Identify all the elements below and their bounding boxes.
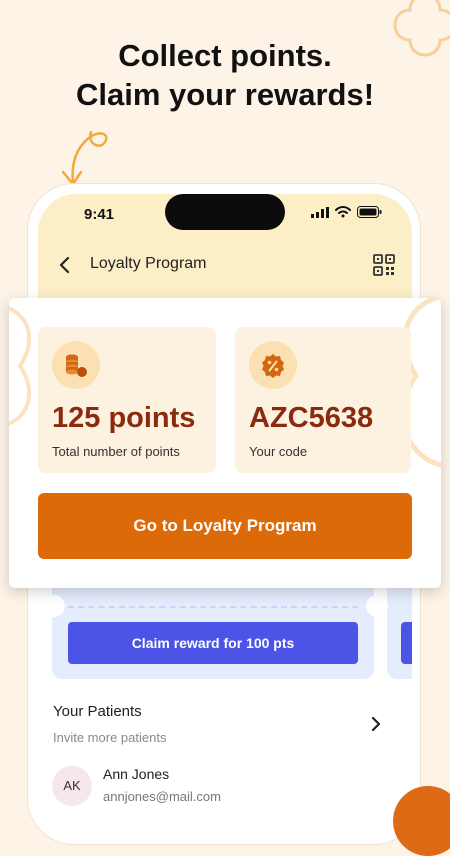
status-icons	[311, 206, 382, 218]
points-label: Total number of points	[52, 444, 180, 459]
claim-reward-button[interactable]: Claim reward for 100 pts	[68, 622, 358, 664]
chevron-right-icon[interactable]	[370, 715, 382, 733]
signal-icon	[311, 206, 329, 218]
wifi-icon	[335, 206, 351, 218]
code-tile: AZC5638 Your code	[235, 327, 411, 473]
points-value: 125 points	[52, 402, 196, 434]
code-label: Your code	[249, 444, 308, 459]
dynamic-island	[165, 194, 285, 230]
patient-email: annjones@mail.com	[103, 789, 221, 804]
patients-title: Your Patients	[53, 703, 142, 720]
loyalty-card: 125 points Total number of points AZC563…	[9, 298, 441, 588]
ticket-notch	[366, 595, 388, 617]
ticket-perforation	[58, 606, 358, 608]
battery-icon	[357, 206, 382, 218]
chevron-left-icon[interactable]	[58, 255, 72, 275]
points-tile: 125 points Total number of points	[38, 327, 216, 473]
code-value: AZC5638	[249, 402, 374, 434]
qr-code-icon[interactable]	[373, 254, 395, 276]
headline-line-1: Collect points.	[118, 38, 332, 73]
patient-name[interactable]: Ann Jones	[103, 766, 169, 782]
headline-line-2: Claim your rewards!	[75, 77, 375, 112]
decorative-flower-icon	[393, 0, 450, 57]
floating-action-button[interactable]	[393, 786, 450, 856]
invite-patients-link[interactable]: Invite more patients	[53, 730, 166, 745]
status-time: 9:41	[84, 206, 115, 223]
avatar: AK	[52, 766, 92, 806]
coins-icon	[52, 341, 100, 389]
arrow-doodle-icon	[61, 130, 108, 186]
discount-badge-icon	[249, 341, 297, 389]
claim-reward-button-next[interactable]	[401, 622, 412, 664]
page-title: Loyalty Program	[90, 255, 207, 272]
ticket-notch	[43, 595, 65, 617]
go-to-loyalty-program-button[interactable]: Go to Loyalty Program	[38, 493, 412, 559]
